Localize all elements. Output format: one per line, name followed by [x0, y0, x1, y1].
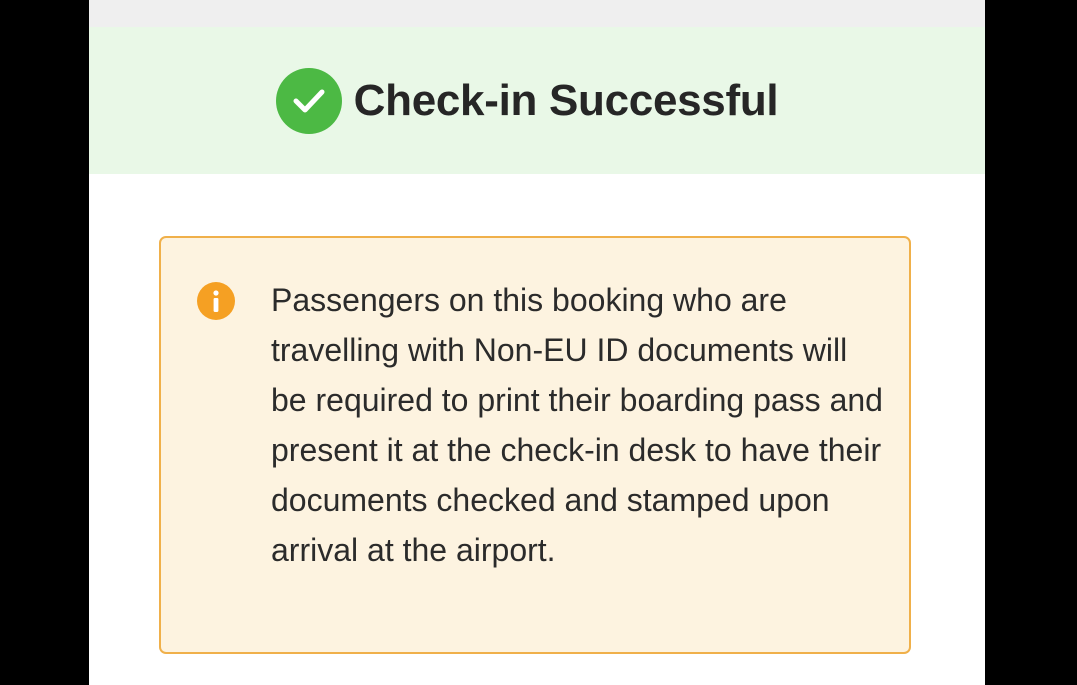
success-banner: Check-in Successful: [89, 27, 985, 174]
top-strip: [89, 0, 985, 27]
info-icon: [197, 282, 235, 320]
notice-box: Passengers on this booking who are trave…: [159, 236, 911, 654]
checkin-screen: Check-in Successful Passengers on this b…: [89, 0, 985, 685]
notice-message: Passengers on this booking who are trave…: [271, 282, 883, 568]
page-title: Check-in Successful: [353, 75, 779, 125]
check-circle-icon: [275, 67, 342, 134]
